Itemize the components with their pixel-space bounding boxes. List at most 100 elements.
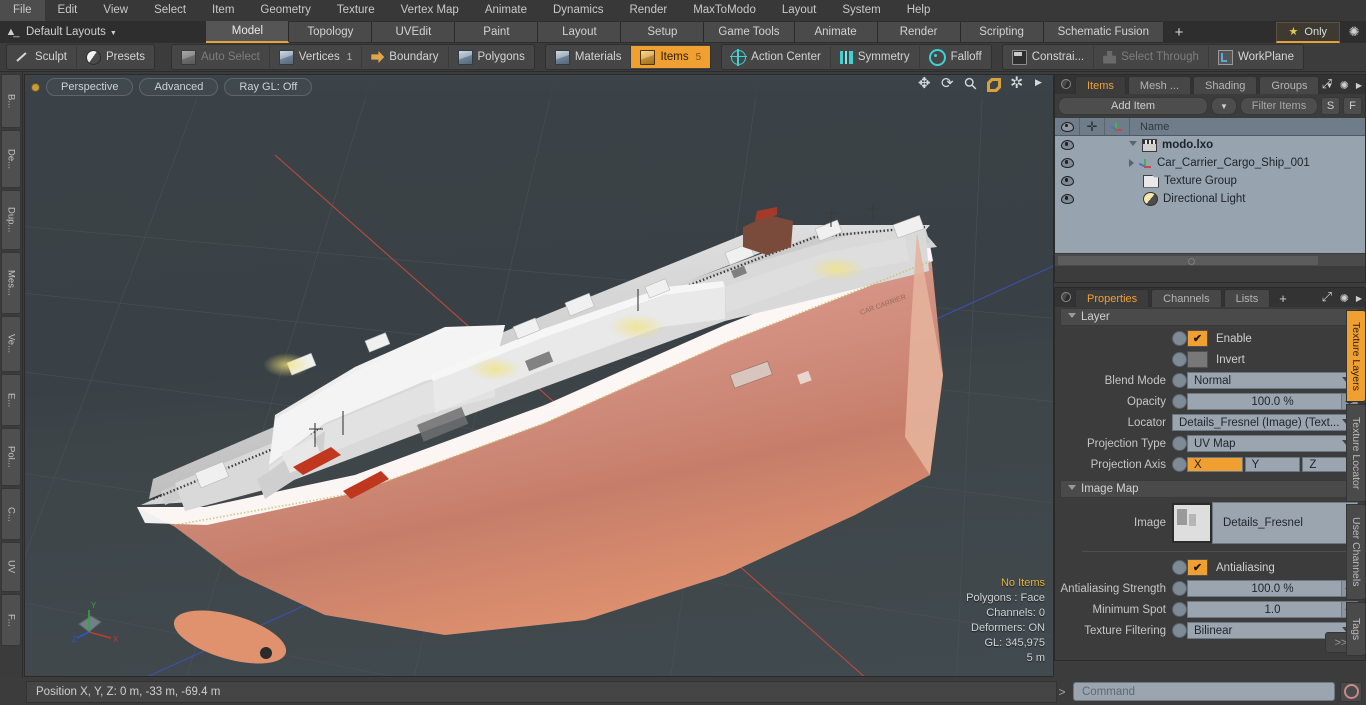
scrollbar-thumb[interactable] [1057,255,1320,266]
panel-menu-dot[interactable] [1061,292,1071,302]
expand-icon[interactable] [1322,289,1333,305]
menu-item-dynamics[interactable]: Dynamics [540,0,616,21]
menu-item-maxtomodo[interactable]: MaxToModo [680,0,769,21]
side-tab-user-channels[interactable]: User Channels [1346,504,1366,600]
antialiasing-strength-knob[interactable] [1172,581,1187,596]
menu-item-select[interactable]: Select [141,0,199,21]
projection-type-dropdown[interactable]: UV Map [1187,435,1358,452]
menu-item-system[interactable]: System [829,0,893,21]
constrain-button[interactable]: Constrai... [1003,46,1095,68]
sidebar-tab-duplicate[interactable]: Dup... [1,190,21,250]
menu-item-vertex-map[interactable]: Vertex Map [388,0,472,21]
blend-mode-dropdown[interactable]: Normal [1187,372,1358,389]
tab-scripting[interactable]: Scripting [960,22,1044,42]
minimum-spot-input[interactable]: 1.0 ◂▸ [1187,601,1358,618]
expand-icon[interactable] [1322,76,1333,92]
antialiasing-checkbox[interactable]: ✔ [1187,559,1208,576]
menu-item-layout[interactable]: Layout [769,0,830,21]
item-tree-body[interactable]: modo.lxo Car_Carrier_Cargo_Ship_001 Text… [1055,136,1365,266]
axis-option-x[interactable]: X [1187,457,1243,472]
sidebar-tab-polygon[interactable]: Pol... [1,428,21,486]
locator-dropdown[interactable]: Details_Fresnel (Image) (Text... [1172,414,1358,431]
gear-icon[interactable]: ✺ [1340,292,1349,305]
chevron-down-icon[interactable] [1129,140,1137,150]
projection-axis-knob[interactable] [1172,457,1187,472]
side-tab-tags[interactable]: Tags [1346,602,1366,656]
side-tab-texture-layers[interactable]: Texture Layers [1346,310,1366,402]
item-row-texture-group[interactable]: Texture Group [1127,174,1365,188]
vertices-button[interactable]: Vertices 1 [270,46,363,68]
side-tab-texture-locator[interactable]: Texture Locator [1346,404,1366,502]
enable-knob[interactable] [1172,331,1187,346]
opacity-input[interactable]: 100.0 % ◂▸ [1187,393,1358,410]
item-tree-scrollbar[interactable] [1055,253,1365,266]
row-visibility-toggle[interactable] [1055,154,1079,172]
sidebar-tab-deform[interactable]: De... [1,130,21,188]
menu-item-render[interactable]: Render [616,0,680,21]
tab-animate[interactable]: Animate [794,22,878,42]
filter-items-input[interactable]: Filter Items [1240,97,1318,115]
tab-uvedit[interactable]: UVEdit [372,22,456,42]
menu-item-file[interactable]: File [0,0,45,21]
blend-mode-knob[interactable] [1172,373,1187,388]
tab-schematic-fusion[interactable]: Schematic Fusion [1043,22,1164,42]
add-properties-tab-button[interactable]: + [1272,290,1294,307]
image-thumbnail[interactable] [1172,503,1212,543]
tab-mesh[interactable]: Mesh ... [1127,76,1192,94]
tab-render[interactable]: Render [877,22,961,42]
row-visibility-toggle[interactable] [1055,190,1079,208]
menu-item-texture[interactable]: Texture [324,0,388,21]
rotate-icon[interactable] [941,75,955,92]
tab-groups[interactable]: Groups [1259,76,1320,94]
menu-item-edit[interactable]: Edit [45,0,91,21]
record-icon[interactable] [1340,681,1362,702]
menu-item-item[interactable]: Item [199,0,247,21]
items-button[interactable]: Items 5 [631,46,711,68]
item-row-mesh[interactable]: Car_Carrier_Cargo_Ship_001 [1127,157,1365,169]
gear-icon[interactable]: ✺ [1342,22,1366,42]
add-tab-button[interactable]: + [1163,22,1194,42]
tab-setup[interactable]: Setup [621,22,705,42]
tab-properties[interactable]: Properties [1075,289,1150,307]
viewport-perspective-button[interactable]: Perspective [46,78,134,96]
menu-item-view[interactable]: View [90,0,141,21]
action-center-button[interactable]: Action Center [722,46,831,68]
tab-items[interactable]: Items [1075,76,1126,94]
materials-button[interactable]: Materials [546,46,632,68]
tab-channels[interactable]: Channels [1151,289,1222,307]
tab-paint[interactable]: Paint [455,22,539,42]
projection-type-knob[interactable] [1172,436,1187,451]
section-layer[interactable]: Layer [1060,308,1360,326]
item-row-scene[interactable]: modo.lxo [1127,138,1365,152]
add-item-dropdown-icon[interactable]: ▼ [1211,97,1237,115]
antialiasing-strength-input[interactable]: 100.0 % ◂▸ [1187,580,1358,597]
panel-menu-dot[interactable] [1061,79,1071,89]
row-visibility-toggle[interactable] [1055,172,1079,190]
presets-button[interactable]: Presets [77,46,154,68]
row-visibility-toggle[interactable] [1055,136,1079,154]
menu-item-geometry[interactable]: Geometry [247,0,324,21]
sidebar-tab-mesh[interactable]: Mes... [1,252,21,314]
image-dropdown[interactable]: Details_Fresnel [1212,502,1358,544]
sidebar-tab-curve[interactable]: C... [1,488,21,540]
chevron-right-icon[interactable] [1129,159,1134,167]
falloff-button[interactable]: Falloff [920,46,991,68]
workplane-button[interactable]: WorkPlane [1209,46,1303,68]
sidebar-tab-uv[interactable]: UV [1,542,21,592]
minimum-spot-knob[interactable] [1172,602,1187,617]
home-icon[interactable]: ▲̲ [0,22,22,42]
tab-game-tools[interactable]: Game Tools [704,22,795,42]
texture-filtering-knob[interactable] [1172,623,1187,638]
3d-viewport[interactable]: CAR CARRIER Perspective Advanced Ray GL:… [24,74,1054,677]
filter-s-button[interactable]: S [1321,97,1340,115]
invert-checkbox[interactable] [1187,351,1208,368]
table-row[interactable]: modo.lxo [1055,136,1365,154]
chevron-right-icon[interactable]: ▶ [1356,294,1362,303]
table-row[interactable]: Directional Light [1055,190,1365,208]
menu-item-animate[interactable]: Animate [472,0,540,21]
sidebar-tab-edge[interactable]: E... [1,374,21,426]
axis-option-y[interactable]: Y [1244,457,1301,472]
zoom-icon[interactable] [964,78,978,92]
item-row-directional-light[interactable]: Directional Light [1127,192,1365,206]
tab-topology[interactable]: Topology [289,22,373,42]
